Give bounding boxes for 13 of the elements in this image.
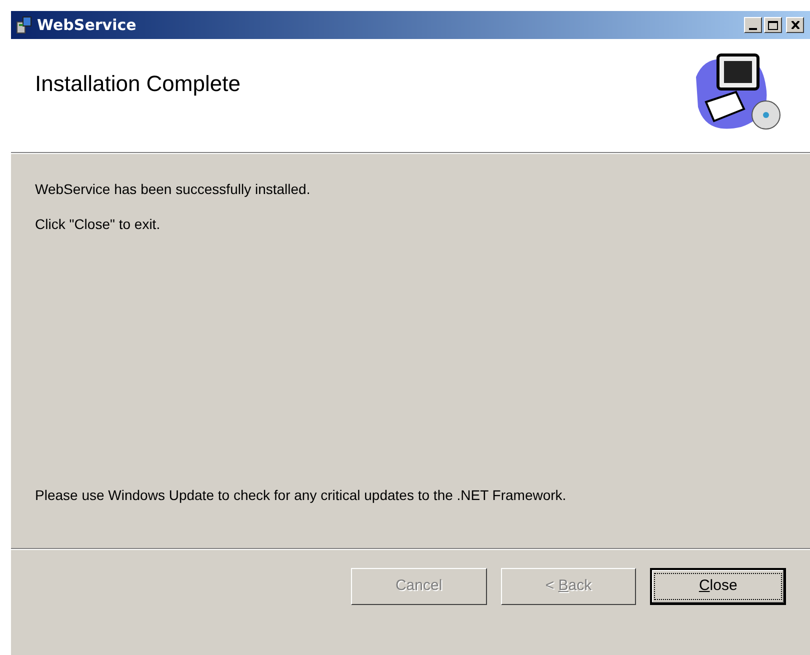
maximize-icon [768, 20, 778, 30]
page-heading: Installation Complete [35, 70, 240, 98]
installer-icon [15, 16, 33, 34]
minimize-icon [749, 28, 757, 30]
maximize-button[interactable] [764, 17, 782, 33]
update-note: Please use Windows Update to check for any critical updates to the .NET Framework. [35, 486, 568, 505]
window-title: WebService [37, 14, 136, 36]
close-button[interactable] [786, 17, 804, 33]
minimize-button[interactable] [744, 17, 762, 33]
dialog-button[interactable]: Close [650, 568, 786, 605]
message-text: Click "Close" to exit. [35, 215, 162, 234]
message-text: WebService has been successfully installed. [35, 180, 312, 199]
close-icon [790, 21, 800, 29]
